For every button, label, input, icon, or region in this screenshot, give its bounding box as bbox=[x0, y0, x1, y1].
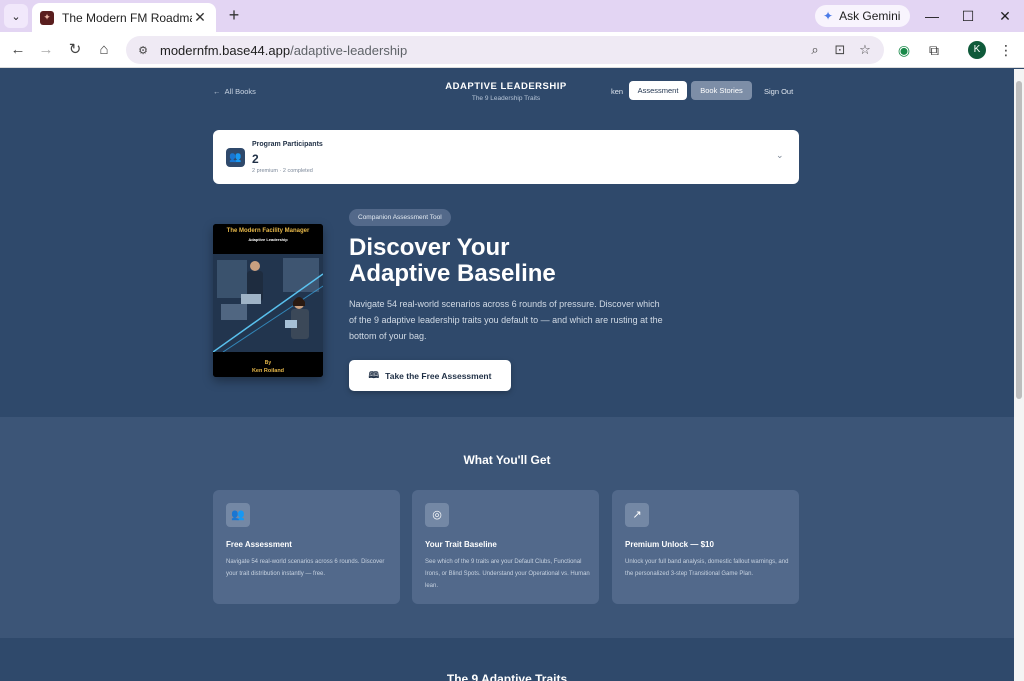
features-title: What You'll Get bbox=[463, 453, 551, 467]
features-section: What You'll Get 👥 Free Assessment Naviga… bbox=[0, 417, 1014, 638]
browser-tab-bar: ⌄ ✦ The Modern FM Roadmap ✕ + ✦ Ask Gemi… bbox=[0, 0, 1024, 32]
traits-section-title: The 9 Adaptive Traits bbox=[446, 672, 568, 681]
browser-tab[interactable]: ✦ The Modern FM Roadmap ✕ bbox=[32, 3, 216, 32]
companion-badge: Companion Assessment Tool bbox=[349, 209, 451, 226]
feature-card-title: Premium Unlock — $10 bbox=[625, 540, 714, 549]
participants-count: 2 bbox=[252, 152, 259, 166]
forward-arrow-icon[interactable]: → bbox=[36, 40, 56, 60]
ask-gemini-button[interactable]: ✦ Ask Gemini bbox=[815, 5, 911, 27]
browser-toolbar: ← → ↻ ⌂ ⚙ modernfm.base44.app/adaptive-l… bbox=[0, 32, 1024, 68]
zoom-icon[interactable]: ⌕ bbox=[806, 41, 824, 59]
minimize-button[interactable]: — bbox=[922, 6, 942, 26]
hero-title-line-2: Adaptive Baseline bbox=[349, 260, 556, 287]
maximize-button[interactable]: ☐ bbox=[958, 6, 978, 26]
chevron-down-icon[interactable]: ⌄ bbox=[776, 150, 784, 161]
install-app-icon[interactable]: ⊡ bbox=[831, 41, 849, 59]
participants-label: Program Participants bbox=[252, 141, 323, 148]
book-cover: The Modern Facility Manager Adaptive Lea… bbox=[213, 224, 323, 377]
feature-card-desc: Navigate 54 real-world scenarios across … bbox=[226, 559, 385, 577]
bookmark-star-icon[interactable]: ☆ bbox=[856, 41, 874, 59]
new-tab-button[interactable]: + bbox=[224, 5, 244, 25]
hero-title: Discover Your Adaptive Baseline bbox=[349, 235, 679, 287]
tab-title: The Modern FM Roadmap bbox=[62, 10, 192, 25]
url-host: modernfm.base44.app bbox=[160, 42, 291, 58]
page-scrollbar[interactable] bbox=[1014, 69, 1024, 681]
target-icon: ◎ bbox=[425, 503, 449, 527]
address-bar[interactable]: ⚙ modernfm.base44.app/adaptive-leadershi… bbox=[126, 36, 884, 64]
feature-card-free-assessment: 👥 Free Assessment Navigate 54 real-world… bbox=[213, 490, 400, 604]
feature-card-desc: See which of the 9 traits are your Defau… bbox=[425, 559, 590, 589]
hero-description: Navigate 54 real-world scenarios across … bbox=[349, 299, 663, 341]
extension-icon[interactable]: ◉ bbox=[894, 40, 914, 60]
profile-avatar[interactable]: K bbox=[968, 41, 986, 59]
site-favicon-icon: ✦ bbox=[40, 10, 54, 25]
gemini-label: Ask Gemini bbox=[839, 9, 901, 23]
tab-search-button[interactable]: ⌄ bbox=[4, 4, 28, 28]
close-icon[interactable]: ✕ bbox=[192, 9, 208, 26]
take-assessment-button[interactable]: 🕮 Take the Free Assessment bbox=[349, 360, 511, 391]
participants-meta: 2 premium · 2 completed bbox=[252, 168, 313, 174]
book-stories-button[interactable]: Book Stories bbox=[691, 81, 752, 100]
reload-icon[interactable]: ↻ bbox=[65, 40, 85, 60]
puzzle-extensions-icon[interactable]: ⧉ bbox=[924, 40, 944, 60]
home-icon[interactable]: ⌂ bbox=[94, 40, 114, 60]
book-title: The Modern Facility Manager bbox=[226, 228, 310, 234]
gemini-spark-icon: ✦ bbox=[823, 9, 834, 23]
participants-panel[interactable]: 👥 Program Participants 2 2 premium · 2 c… bbox=[213, 130, 799, 184]
url-path: /adaptive-leadership bbox=[290, 42, 408, 58]
book-cover-illustration bbox=[213, 254, 323, 352]
hero-title-line-1: Discover Your bbox=[349, 234, 510, 261]
back-arrow-icon[interactable]: ← bbox=[8, 40, 28, 60]
book-open-icon: 🕮 bbox=[368, 369, 380, 380]
window-close-button[interactable]: ✕ bbox=[995, 6, 1015, 26]
users-icon: 👥 bbox=[226, 148, 245, 167]
book-cover-header: The Modern Facility Manager Adaptive Lea… bbox=[213, 224, 323, 254]
page-content: ← All Books ADAPTIVE LEADERSHIP The 9 Le… bbox=[0, 69, 1014, 681]
book-cover-footer: By Ken Roiland bbox=[213, 352, 323, 377]
feature-card-title: Your Trait Baseline bbox=[425, 540, 497, 549]
book-author: Ken Roiland bbox=[251, 368, 285, 374]
user-name: ken bbox=[611, 87, 624, 96]
book-by: By bbox=[264, 360, 272, 366]
users-icon: 👥 bbox=[226, 503, 250, 527]
scrollbar-thumb[interactable] bbox=[1016, 81, 1022, 399]
chevron-down-icon: ⌄ bbox=[11, 10, 21, 23]
book-subtitle: Adaptive Leadership bbox=[248, 237, 288, 242]
feature-card-title: Free Assessment bbox=[226, 540, 292, 549]
site-header: ← All Books ADAPTIVE LEADERSHIP The 9 Le… bbox=[213, 77, 799, 107]
feature-card-desc: Unlock your full band analysis, domestic… bbox=[625, 559, 789, 577]
feature-card-premium-unlock: ↗ Premium Unlock — $10 Unlock your full … bbox=[612, 490, 799, 604]
feature-card-trait-baseline: ◎ Your Trait Baseline See which of the 9… bbox=[412, 490, 599, 604]
site-info-icon[interactable]: ⚙ bbox=[134, 41, 152, 59]
sign-out-link[interactable]: Sign Out bbox=[764, 87, 793, 96]
trending-up-icon: ↗ bbox=[625, 503, 649, 527]
more-menu-icon[interactable]: ⋮ bbox=[996, 40, 1016, 60]
assessment-button[interactable]: Assessment bbox=[629, 81, 687, 100]
take-assessment-label: Take the Free Assessment bbox=[385, 370, 492, 381]
